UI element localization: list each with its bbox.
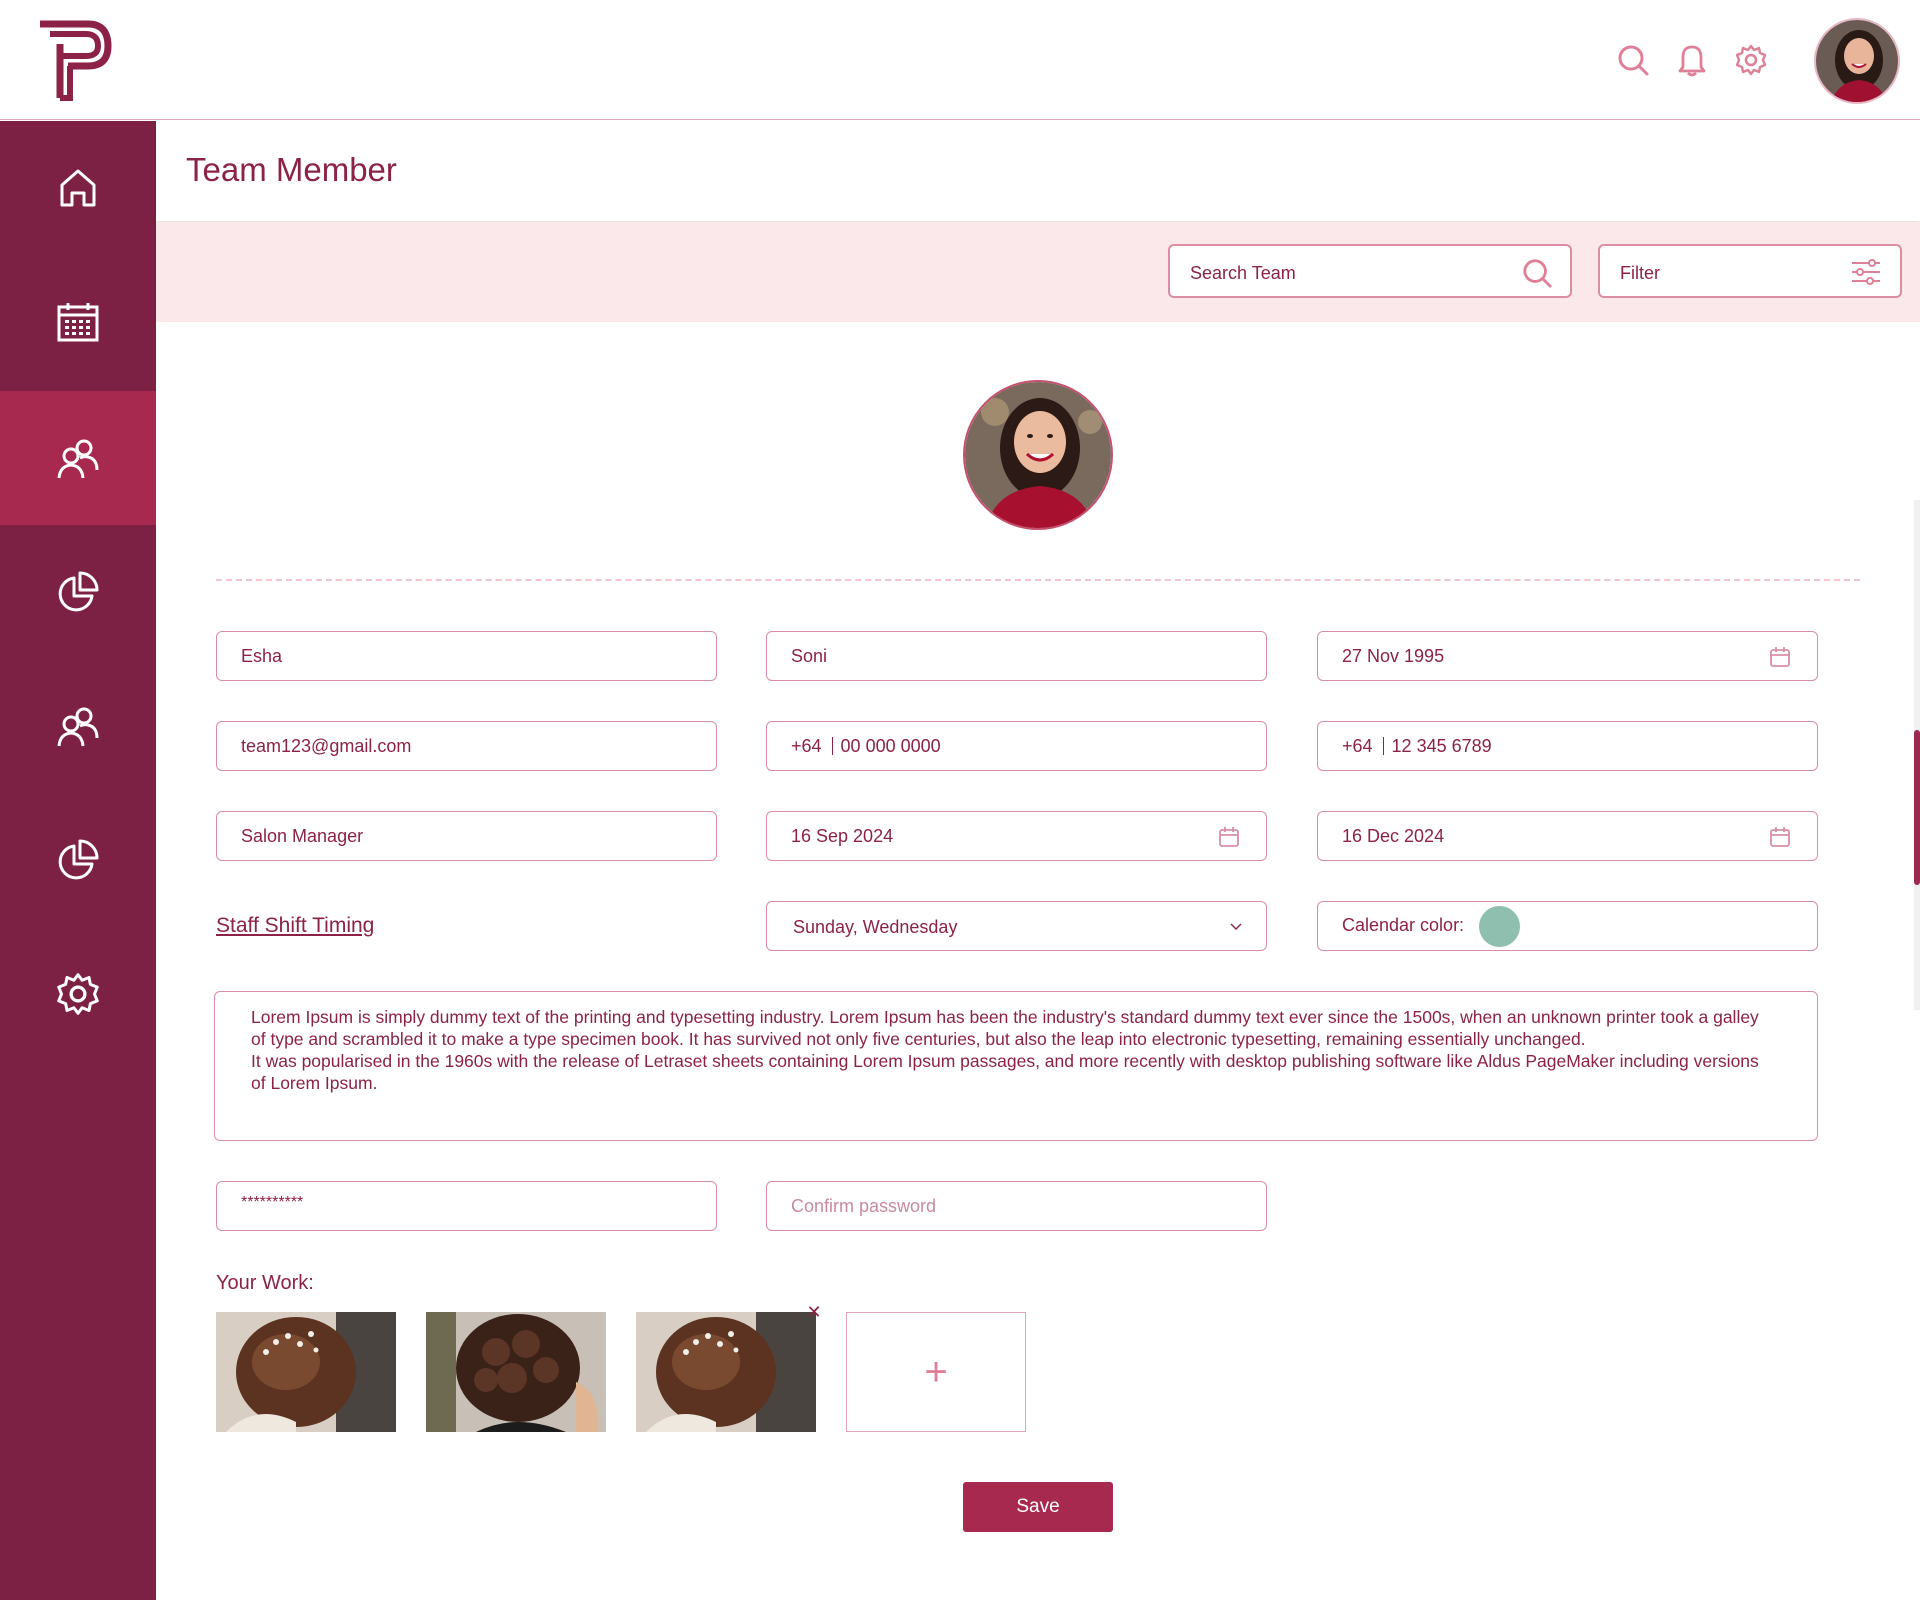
dob-value: 27 Nov 1995: [1342, 646, 1445, 666]
sidebar-item-calendar[interactable]: [0, 255, 156, 389]
calendar-icon[interactable]: [1218, 826, 1240, 848]
phone-value: +64 00 000 0000: [791, 736, 941, 757]
plus-icon: +: [924, 1350, 948, 1394]
sliders-icon: [1852, 259, 1880, 285]
logo-icon: [40, 20, 112, 101]
confirm-password-field[interactable]: Confirm password: [766, 1181, 1267, 1231]
scrollbar-thumb[interactable]: [1914, 730, 1920, 885]
sidebar-item-analytics[interactable]: [0, 793, 156, 927]
home-icon: [60, 169, 96, 207]
phone-number: 00 000 0000: [840, 736, 941, 756]
team-icon: [57, 439, 99, 479]
bio-paragraph-2: It was popularised in the 1960s with the…: [251, 1051, 1759, 1093]
calendar-icon[interactable]: [1769, 826, 1791, 848]
user-avatar[interactable]: [1814, 18, 1900, 104]
dob-field[interactable]: 27 Nov 1995: [1317, 631, 1818, 681]
chevron-down-icon: [1230, 923, 1242, 930]
users-icon: [57, 707, 99, 747]
first-name-field[interactable]: Esha: [216, 631, 717, 681]
last-name-value: Soni: [791, 646, 828, 666]
save-button[interactable]: Save: [963, 1482, 1113, 1532]
calendar-color-label: Calendar color:: [1342, 915, 1465, 935]
start-date-value: 16 Sep 2024: [791, 826, 894, 846]
remove-image-button[interactable]: ✕: [805, 1303, 823, 1321]
sidebar: [0, 121, 156, 1600]
role-value: Salon Manager: [241, 826, 364, 846]
alt-phone-value: +64 12 345 6789: [1342, 736, 1492, 757]
pie-chart-icon: [58, 839, 99, 880]
search-icon: [1523, 259, 1552, 288]
pie-chart-icon: [58, 571, 99, 612]
password-field[interactable]: **********: [216, 1181, 717, 1231]
filter-button[interactable]: Filter: [1598, 244, 1902, 298]
profile-photo[interactable]: [963, 380, 1113, 530]
calendar-color-swatch[interactable]: [1479, 906, 1520, 947]
sidebar-item-users[interactable]: [0, 659, 156, 793]
phone-country-code[interactable]: +64: [791, 737, 833, 755]
alt-phone-number: 12 345 6789: [1391, 736, 1492, 756]
first-name-value: Esha: [241, 646, 283, 666]
email-value: team123@gmail.com: [241, 736, 412, 756]
divider: [216, 579, 1860, 581]
password-value: **********: [241, 1194, 304, 1211]
alt-phone-field[interactable]: +64 12 345 6789: [1317, 721, 1818, 771]
staff-shift-timing-link[interactable]: Staff Shift Timing: [216, 914, 374, 938]
bio-paragraph-1: Lorem Ipsum is simply dummy text of the …: [251, 1007, 1759, 1049]
work-image[interactable]: [426, 1312, 606, 1432]
alt-phone-country-code[interactable]: +64: [1342, 737, 1384, 755]
add-work-button[interactable]: +: [846, 1312, 1026, 1432]
search-input-placeholder: Search Team: [1190, 263, 1296, 283]
confirm-password-placeholder: Confirm password: [791, 1196, 937, 1216]
days-value: Sunday, Wednesday: [793, 917, 958, 937]
gear-icon[interactable]: [1733, 42, 1769, 78]
page-title: Team Member: [186, 151, 397, 188]
end-date-field[interactable]: 16 Dec 2024: [1317, 811, 1818, 861]
last-name-field[interactable]: Soni: [766, 631, 1267, 681]
calendar-color-field: Calendar color:: [1317, 901, 1818, 951]
search-icon[interactable]: [1615, 42, 1651, 78]
work-image[interactable]: [636, 1312, 816, 1432]
search-input[interactable]: Search Team: [1168, 244, 1572, 298]
page-header: Team Member: [156, 121, 1920, 221]
end-date-value: 16 Dec 2024: [1342, 826, 1445, 846]
sidebar-item-reports[interactable]: [0, 525, 156, 659]
sidebar-item-home[interactable]: [0, 121, 156, 255]
phone-field[interactable]: +64 00 000 0000: [766, 721, 1267, 771]
top-bar: [0, 0, 1920, 120]
bio-textarea[interactable]: Lorem Ipsum is simply dummy text of the …: [214, 991, 1818, 1141]
bell-icon[interactable]: [1674, 42, 1710, 78]
gear-icon: [57, 973, 99, 1015]
your-work-label: Your Work:: [216, 1272, 314, 1294]
calendar-icon: [57, 303, 99, 342]
filter-label: Filter: [1620, 263, 1660, 283]
days-select[interactable]: Sunday, Wednesday: [766, 901, 1267, 951]
sidebar-item-settings[interactable]: [0, 927, 156, 1061]
email-field[interactable]: team123@gmail.com: [216, 721, 717, 771]
sidebar-item-team[interactable]: [0, 391, 156, 525]
work-image[interactable]: [216, 1312, 396, 1432]
role-field[interactable]: Salon Manager: [216, 811, 717, 861]
calendar-icon[interactable]: [1769, 646, 1791, 668]
start-date-field[interactable]: 16 Sep 2024: [766, 811, 1267, 861]
